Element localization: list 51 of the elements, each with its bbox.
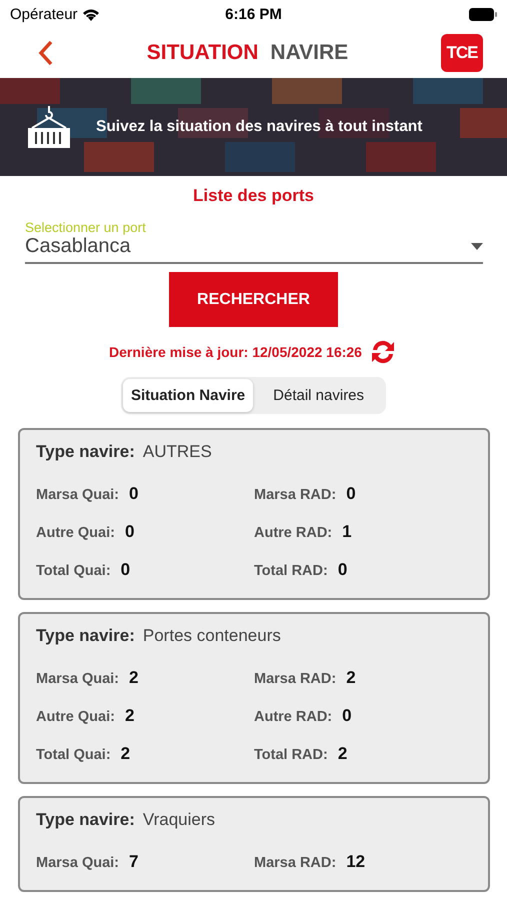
stat-label: Marsa Quai: <box>36 487 119 503</box>
type-value: Portes conteneurs <box>142 626 281 646</box>
stat-value: 0 <box>346 484 356 504</box>
stat-value: 2 <box>129 668 138 688</box>
section-title: Liste des ports <box>192 186 315 206</box>
stat-label: Autre Quai: <box>36 709 115 725</box>
stat-value: 2 <box>346 668 356 688</box>
stat-label: Total RAD: <box>254 747 328 763</box>
carrier-name: Opérateur <box>10 6 78 22</box>
container-icon <box>26 104 72 150</box>
stat-value: 2 <box>338 744 348 764</box>
type-label: Type navire: <box>36 626 135 646</box>
segment-tab[interactable]: Situation Navire <box>122 379 254 412</box>
last-update: Dernière mise à jour: 12/05/2022 16:26 <box>109 344 362 360</box>
dropdown-icon <box>471 243 483 250</box>
segment-tab[interactable]: Détail navires <box>253 379 384 412</box>
page-title: NAVIRE <box>270 41 348 65</box>
stat-value: 7 <box>129 852 138 872</box>
stat-label: Marsa RAD: <box>254 671 336 687</box>
stat-label: Marsa RAD: <box>254 855 336 871</box>
banner-text: Suivez la situation des navires à tout instant <box>96 118 422 136</box>
stat-value: 1 <box>342 522 352 542</box>
stat-label: Autre RAD: <box>254 525 332 541</box>
port-select[interactable]: Selectionner un port Casablanca <box>25 220 483 264</box>
wifi-icon <box>82 8 100 20</box>
stat-label: Total Quai: <box>36 747 111 763</box>
page-title: SITUATION <box>146 41 258 65</box>
stat-value: 2 <box>120 744 130 764</box>
stat-value: 12 <box>346 852 366 872</box>
type-label: Type navire: <box>36 810 135 830</box>
battery-icon <box>468 8 497 20</box>
stat-value: 2 <box>124 706 134 726</box>
stat-value: 0 <box>129 484 138 504</box>
stat-label: Marsa Quai: <box>36 855 119 871</box>
type-value: Vraquiers <box>142 810 216 830</box>
logo: TCE <box>441 34 483 72</box>
stat-label: Total RAD: <box>254 563 328 579</box>
back-icon[interactable] <box>38 40 54 66</box>
stat-label: Total Quai: <box>36 563 111 579</box>
stat-label: Marsa Quai: <box>36 671 119 687</box>
stat-value: 0 <box>342 706 352 726</box>
stat-label: Autre Quai: <box>36 525 115 541</box>
stat-value: 0 <box>120 560 130 580</box>
type-label: Type navire: <box>36 442 135 462</box>
stat-value: 0 <box>338 560 348 580</box>
type-value: AUTRES <box>142 442 212 462</box>
stat-label: Autre RAD: <box>254 709 332 725</box>
search-button[interactable]: RECHERCHER <box>169 272 338 327</box>
stat-label: Marsa RAD: <box>254 487 336 503</box>
status-time: 6:16 PM <box>224 6 283 22</box>
stat-value: 0 <box>124 522 134 542</box>
